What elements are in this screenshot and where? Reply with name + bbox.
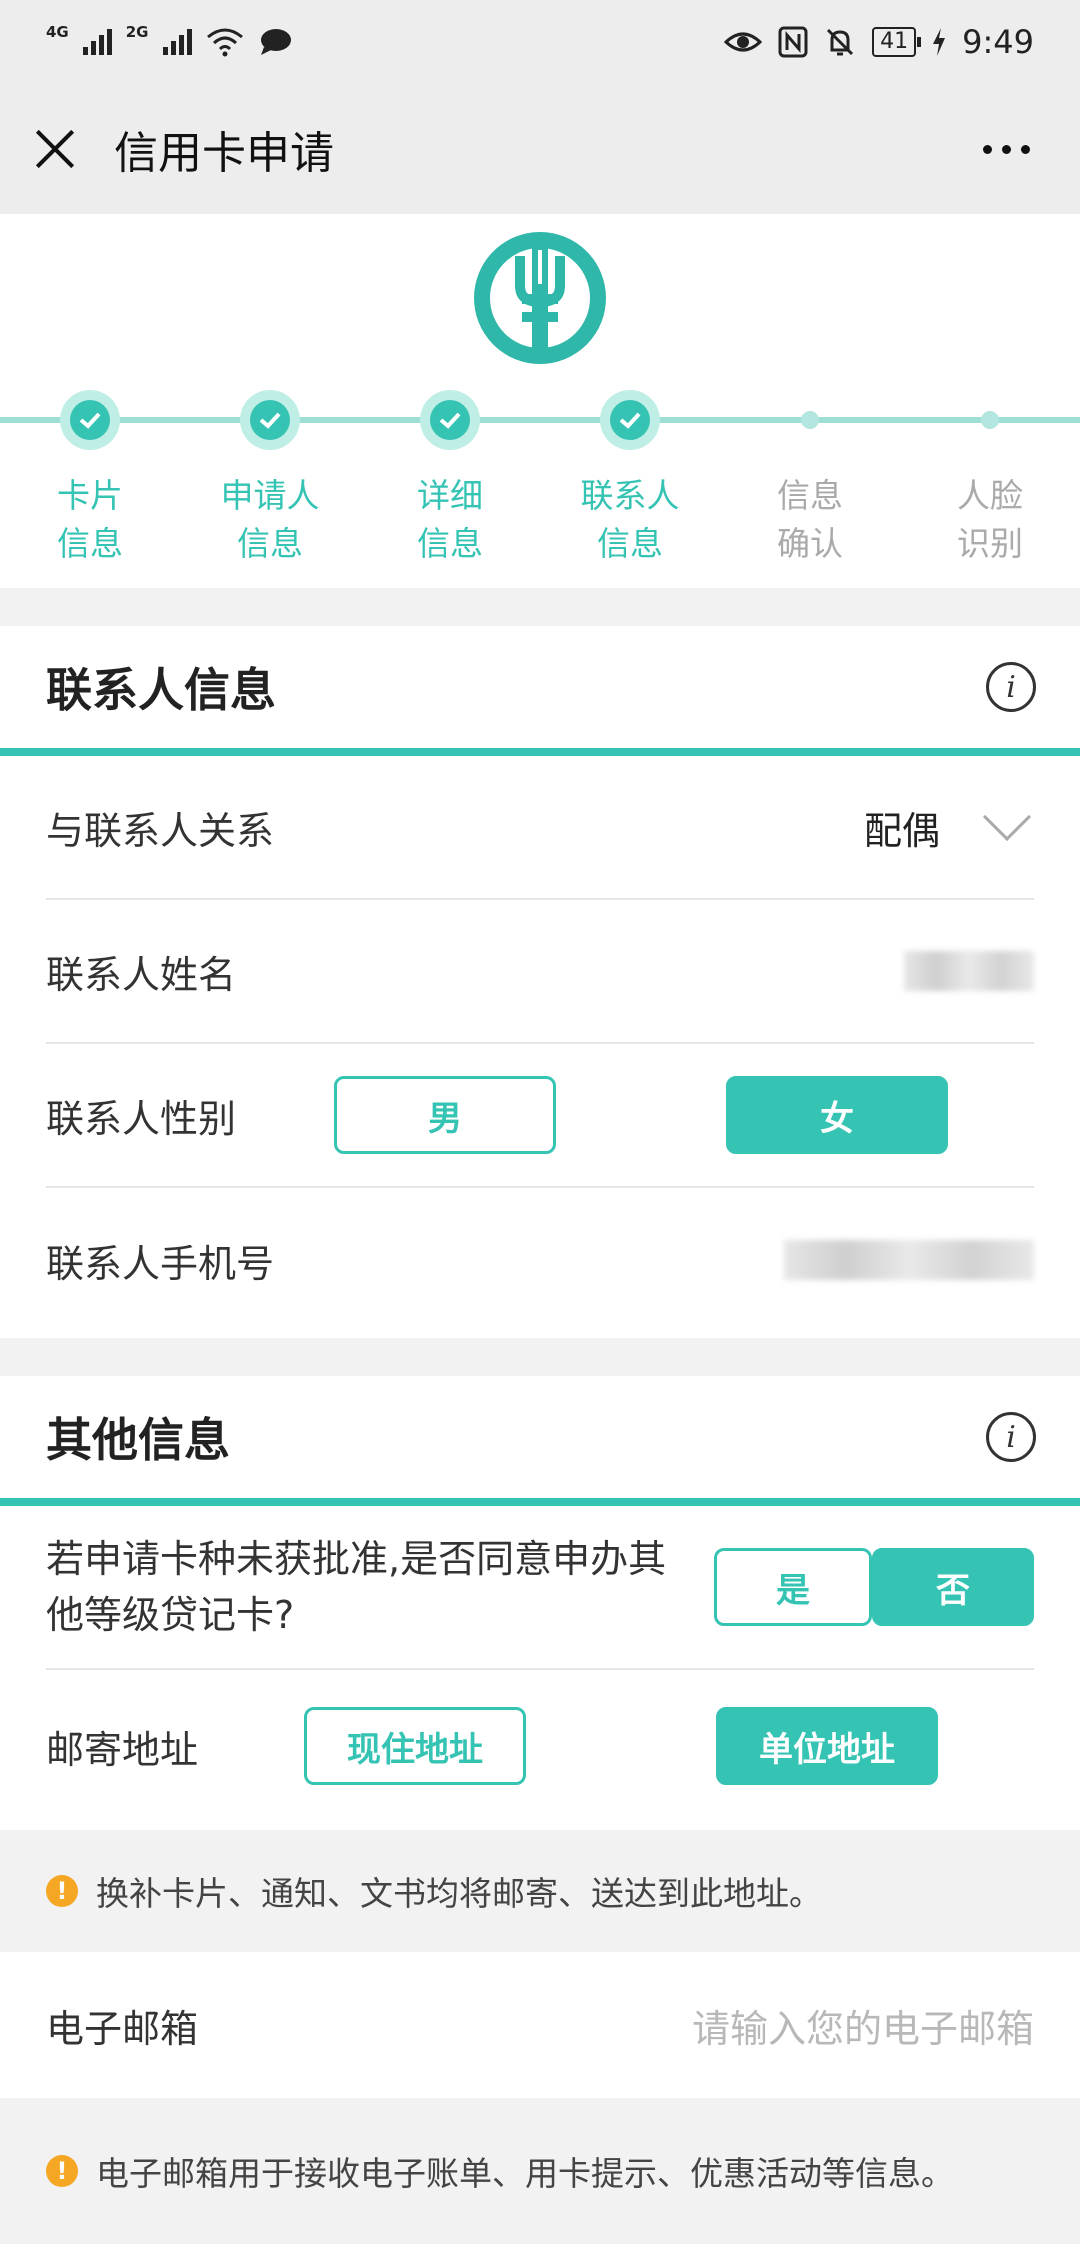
email-tip: ! 电子邮箱用于接收电子账单、用卡提示、优惠活动等信息。 [0,2098,1080,2244]
clock: 9:49 [962,23,1034,61]
battery-icon: 41 [872,27,922,57]
info-icon[interactable]: i [986,1412,1036,1462]
step-applicant-info: 申请人 信息 [190,390,350,568]
step-detail-info: 详细 信息 [370,390,530,568]
check-icon [619,412,641,429]
contact-info-section: 联系人信息 i 与联系人关系 配偶 联系人姓名 联系人性别 男 女 联系人手机号 [0,626,1080,1338]
gender-male-button[interactable]: 男 [334,1076,556,1154]
signal-icon [82,29,112,55]
mailing-address-tip: ! 换补卡片、通知、文书均将邮寄、送达到此地址。 [0,1830,1080,1952]
title-bar: 信用卡申请 [0,84,1080,214]
redacted-name [904,951,1034,991]
relation-row[interactable]: 与联系人关系 配偶 [46,756,1034,900]
warning-icon: ! [46,2155,78,2187]
relation-select[interactable]: 配偶 [864,792,1034,855]
bank-logo [474,232,606,364]
more-icon[interactable] [983,144,1030,154]
other-info-section: 其他信息 i 若申请卡种未获批准,是否同意申办其 他等级贷记卡? 是 否 邮寄地… [0,1376,1080,1830]
signal-icon-2 [162,29,192,55]
network-type-1: 4G [46,22,69,41]
check-icon [259,412,281,429]
gender-female-button[interactable]: 女 [726,1076,948,1154]
network-type-2: 2G [125,22,149,41]
mailing-address-row: 邮寄地址 现住地址 单位地址 [46,1670,1034,1822]
step-contact-info: 联系人 信息 [550,390,710,568]
wifi-icon [206,28,243,57]
progress-header: 卡片 信息 申请人 信息 详细 信息 联系人 信息 信息 确认 人脸 识别 [0,214,1080,588]
contact-name-row: 联系人姓名 [46,900,1034,1044]
alternative-card-row: 若申请卡种未获批准,是否同意申办其 他等级贷记卡? 是 否 [46,1506,1034,1670]
info-icon[interactable]: i [986,662,1036,712]
warning-icon: ! [46,1875,78,1907]
chevron-down-icon [982,792,1032,842]
other-info-header: 其他信息 i [0,1376,1080,1506]
eye-icon [724,32,763,52]
page-title: 信用卡申请 [114,128,334,179]
mute-bell-icon [827,28,854,56]
charging-icon [933,28,946,56]
message-icon [260,29,291,55]
email-section: 电子邮箱 请输入您的电子邮箱 [0,1952,1080,2098]
step-confirm: 信息 确认 [730,390,890,568]
check-icon [439,412,461,429]
step-card-info: 卡片 信息 [10,390,170,568]
contact-phone-row: 联系人手机号 [46,1188,1034,1332]
alternative-card-question: 若申请卡种未获批准,是否同意申办其 他等级贷记卡? [46,1537,667,1637]
agree-no-button[interactable]: 否 [872,1548,1034,1626]
check-icon [79,412,101,429]
contact-name-field[interactable] [904,951,1034,991]
close-icon[interactable] [30,124,80,174]
redacted-phone [784,1240,1034,1280]
home-address-button[interactable]: 现住地址 [304,1707,526,1785]
email-row: 电子邮箱 请输入您的电子邮箱 [46,1952,1034,2098]
contact-gender-row: 联系人性别 男 女 [46,1044,1034,1188]
section-title: 其他信息 [46,1413,230,1467]
agree-yes-button[interactable]: 是 [714,1548,872,1626]
step-face-recognition: 人脸 识别 [910,390,1070,568]
email-input[interactable]: 请输入您的电子邮箱 [692,1998,1034,2053]
contact-phone-field[interactable] [784,1240,1034,1280]
nfc-icon [778,26,808,58]
contact-info-header: 联系人信息 i [0,626,1080,756]
status-bar: 4G 2G 41 9:49 [0,0,1080,84]
work-address-button[interactable]: 单位地址 [716,1707,938,1785]
section-title: 联系人信息 [46,663,276,717]
